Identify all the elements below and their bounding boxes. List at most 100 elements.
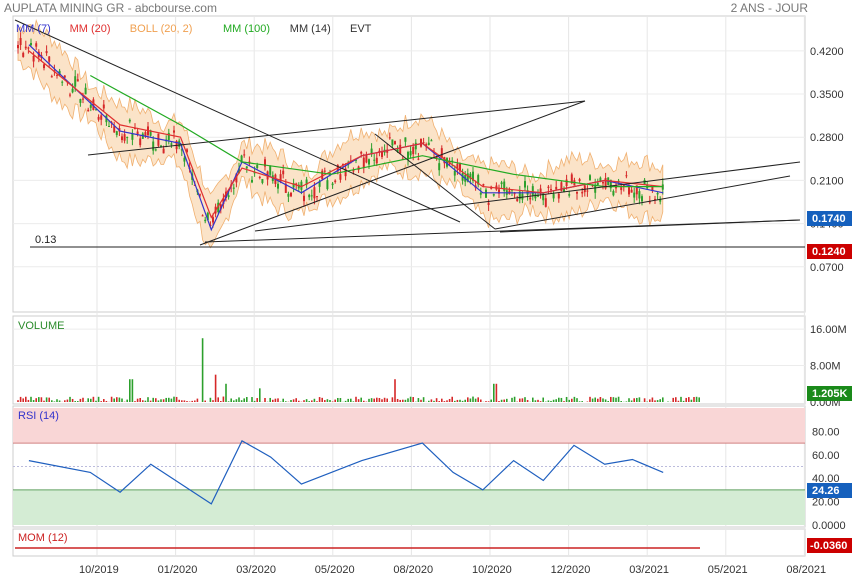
- candle-body: [74, 76, 77, 87]
- volume-bar: [290, 400, 292, 402]
- candle-body: [427, 142, 430, 145]
- candle-body: [589, 175, 591, 181]
- candle-body: [440, 148, 443, 158]
- volume-bar: [71, 398, 74, 402]
- volume-bar: [433, 400, 435, 402]
- volume-bar: [355, 396, 357, 402]
- candle-body: [43, 64, 45, 69]
- volume-bar: [409, 396, 412, 402]
- volume-bar: [469, 398, 472, 402]
- volume-bar: [521, 398, 524, 402]
- price-y-tick: 0.2800: [810, 132, 844, 144]
- candle-body: [581, 191, 584, 194]
- volume-bar: [656, 400, 659, 402]
- x-tick-label: 10/2020: [472, 564, 512, 576]
- volume-bar: [25, 396, 27, 402]
- volume-bar: [157, 400, 160, 402]
- volume-bar: [511, 397, 513, 402]
- volume-bar: [256, 398, 258, 402]
- volume-bar: [604, 399, 607, 402]
- candle-body: [212, 217, 214, 223]
- candle-body: [154, 149, 157, 151]
- candle-body: [245, 166, 248, 169]
- volume-bar: [149, 400, 152, 402]
- price-y-tick: 0.0700: [810, 262, 844, 274]
- volume-bar: [162, 399, 165, 402]
- support-level-label: 0.13: [35, 234, 56, 246]
- grid-lines: [13, 16, 805, 556]
- volume-bar: [56, 399, 58, 402]
- candle-body: [479, 192, 482, 195]
- candle-body: [115, 131, 118, 135]
- candle-body: [79, 99, 82, 103]
- candle-body: [113, 126, 116, 133]
- volume-bar: [490, 399, 492, 402]
- momentum-panel-frame: [12, 528, 806, 557]
- volume-bar: [394, 379, 396, 402]
- candle-body: [35, 43, 38, 47]
- volume-bar: [82, 397, 84, 402]
- volume-bar: [459, 399, 461, 402]
- volume-bar: [209, 397, 212, 402]
- candle-body: [282, 170, 285, 175]
- svg-text:24.26: 24.26: [812, 485, 840, 497]
- volume-bar: [230, 398, 232, 402]
- rsi-overbought-zone: [13, 408, 805, 444]
- candle-body: [534, 194, 537, 199]
- candle-body: [131, 133, 134, 140]
- candle-body: [126, 137, 129, 139]
- volume-bar: [651, 397, 654, 402]
- candle-body: [552, 194, 555, 199]
- candle-body: [316, 196, 318, 198]
- svg-text:1.205K: 1.205K: [812, 388, 848, 400]
- volume-bar: [90, 398, 92, 402]
- x-tick-label: 08/2021: [786, 564, 826, 576]
- volume-bar: [602, 398, 604, 402]
- volume-bar: [695, 396, 698, 402]
- volume-bar: [246, 397, 248, 402]
- momentum-title: MOM (12): [18, 532, 68, 544]
- volume-bar: [597, 398, 599, 402]
- candle-body: [32, 55, 35, 62]
- volume-bar: [22, 398, 24, 402]
- volume-bar: [680, 396, 682, 402]
- candle-body: [529, 197, 532, 200]
- price-y-tick: 0.3500: [810, 89, 844, 101]
- volume-bar: [407, 398, 409, 402]
- volume-bar: [672, 397, 674, 402]
- volume-bar: [643, 398, 646, 402]
- volume-y-tick: 16.00M: [810, 324, 847, 336]
- volume-title: VOLUME: [18, 320, 64, 332]
- candle-body: [555, 186, 558, 190]
- candle-body: [620, 187, 623, 191]
- rsi-y-tick: 0.0000: [812, 520, 846, 532]
- volume-bars: [17, 338, 700, 402]
- candle-body: [27, 47, 30, 49]
- candle-body: [326, 180, 329, 190]
- volume-bar: [235, 399, 238, 402]
- volume-bar: [170, 398, 173, 402]
- candle-body: [500, 182, 503, 185]
- volume-bar: [495, 383, 498, 402]
- volume-bar: [662, 397, 664, 402]
- volume-bar: [30, 396, 32, 402]
- candle-body: [516, 199, 519, 202]
- candle-body: [641, 196, 643, 202]
- volume-bar: [331, 401, 334, 402]
- candle-body: [482, 184, 485, 186]
- volume-bar: [659, 399, 661, 402]
- volume-bar: [578, 401, 581, 402]
- candle-body: [453, 170, 456, 176]
- volume-bar: [698, 397, 700, 402]
- volume-bar: [368, 398, 370, 402]
- candle-body: [331, 183, 334, 186]
- candle-body: [201, 215, 204, 217]
- candle-body: [232, 187, 235, 189]
- volume-bar: [591, 398, 594, 402]
- volume-bar: [493, 383, 495, 402]
- candle-body: [323, 170, 326, 172]
- candle-body: [492, 194, 495, 196]
- candle-body: [438, 163, 441, 171]
- candle-body: [170, 143, 173, 145]
- candle-body: [45, 51, 48, 54]
